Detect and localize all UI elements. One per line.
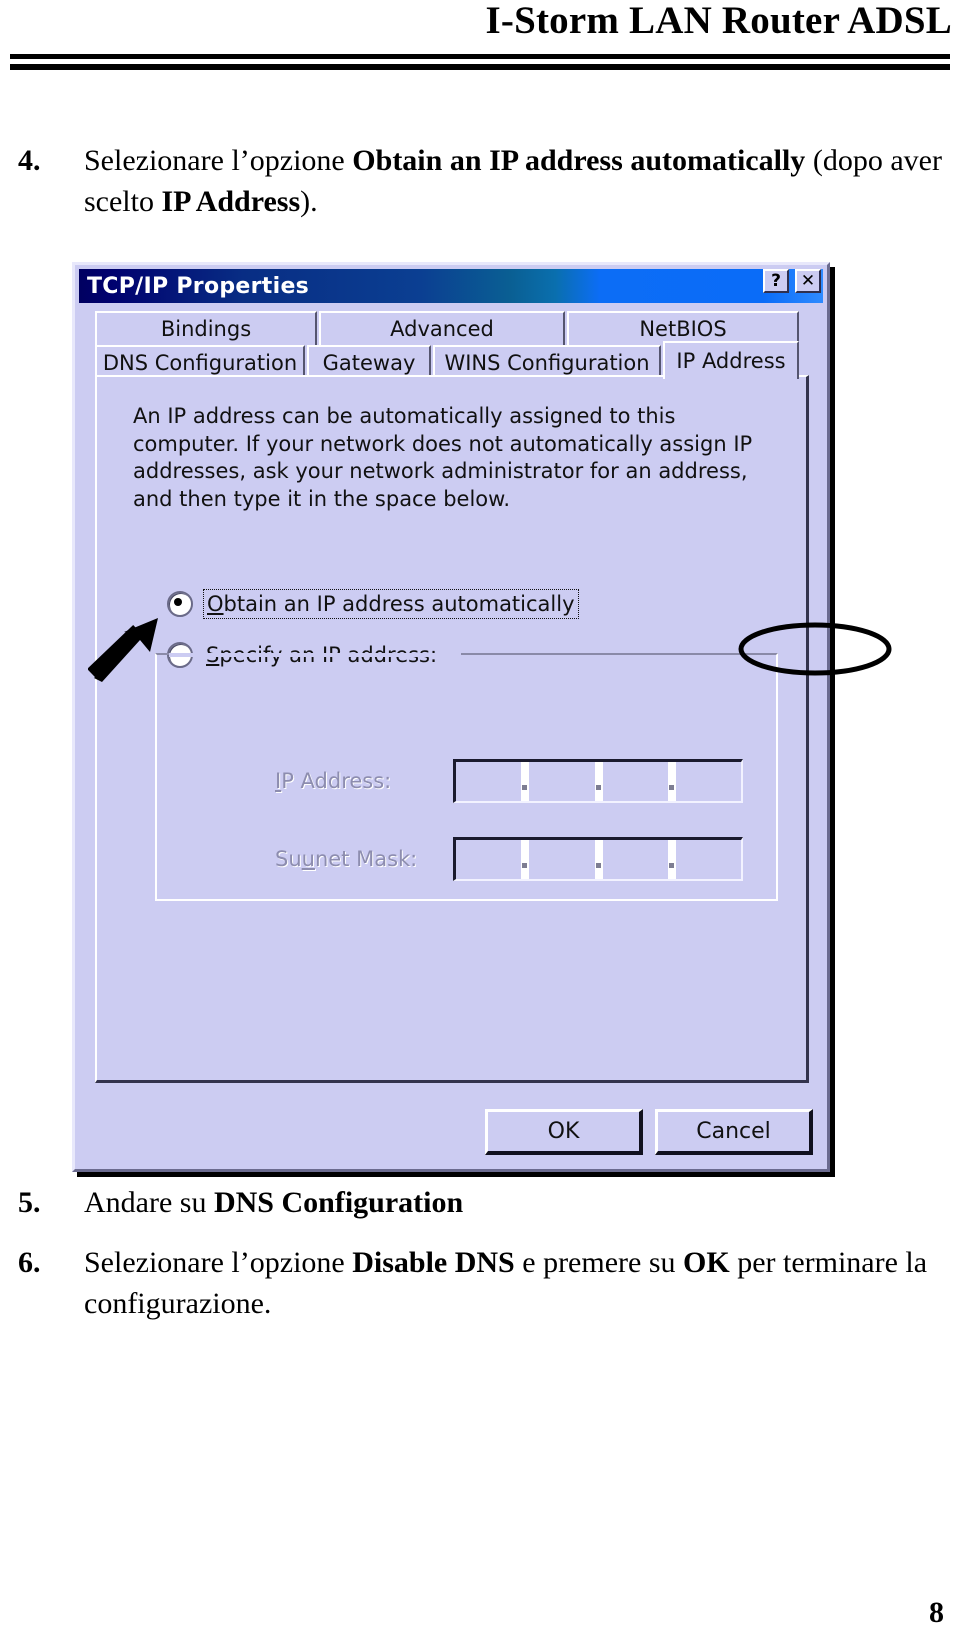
help-glyph: ? [771,271,781,291]
dialog-title: TCP/IP Properties [87,273,310,299]
tab-gateway[interactable]: Gateway [307,345,431,379]
step-6-number: 6. [18,1246,41,1279]
tab-advanced-label: Advanced [390,317,494,341]
mask-octet-4[interactable] [676,840,741,879]
tab-ip-address[interactable]: IP Address [663,341,799,379]
radio-label-rest: btain an IP address automatically [223,592,575,616]
cancel-button-label: Cancel [696,1119,771,1144]
tab-netbios-label: NetBIOS [639,317,727,341]
tab-strip: Bindings Advanced NetBIOS DNS Configurat… [95,311,809,379]
tab-ip-address-label: IP Address [676,349,786,373]
dialog-titlebar[interactable]: TCP/IP Properties [79,269,823,303]
mask-separator-dot [667,840,676,879]
ip-separator-dot [667,762,676,801]
ip-separator-dot [521,762,530,801]
tcpip-properties-dialog: TCP/IP Properties ? ✕ Bindings Advanced … [72,262,892,1172]
subnet-mask-label: Suunet Mask: [275,847,453,871]
header-rule-bottom [10,64,950,70]
subnet-mask-input[interactable] [453,837,743,881]
mask-separator-dot [521,840,530,879]
ip-address-input[interactable] [453,759,743,803]
header-rule-top [10,54,950,59]
tab-bindings-label: Bindings [160,317,252,341]
tab-dns-label: DNS Configuration [102,351,298,375]
cancel-button[interactable]: Cancel [655,1109,813,1155]
step-4: 4. Selezionare l’opzione Obtain an IP ad… [18,140,942,223]
subnet-mask-label-head: Su [275,847,302,871]
ip-octet-2[interactable] [529,762,594,801]
tab-netbios[interactable]: NetBIOS [567,311,799,345]
radio-obtain-ip-automatically-icon[interactable] [167,591,193,617]
ip-address-description: An IP address can be automatically assig… [133,404,753,512]
tab-advanced[interactable]: Advanced [319,311,565,345]
close-icon[interactable]: ✕ [795,269,821,293]
tab-bindings[interactable]: Bindings [95,311,317,345]
step-5: 5. Andare su DNS Configuration [18,1182,942,1223]
mask-octet-3[interactable] [603,840,668,879]
radio-obtain-ip-automatically-label: Obtain an IP address automatically [203,589,579,619]
tab-gateway-label: Gateway [322,351,416,375]
mask-separator-dot [594,840,603,879]
help-icon[interactable]: ? [763,269,789,293]
tab-dns-configuration[interactable]: DNS Configuration [95,345,305,379]
ip-octet-4[interactable] [676,762,741,801]
step-6-text: Selezionare l’opzione Disable DNS e prem… [84,1246,928,1321]
step-4-text: Selezionare l’opzione Obtain an IP addre… [84,144,942,219]
ip-octet-1[interactable] [456,762,521,801]
tab-wins-label: WINS Configuration [444,351,650,375]
step-5-text: Andare su DNS Configuration [84,1186,464,1219]
subnet-mask-field-row: Suunet Mask: [275,837,743,881]
page-title: I-Storm LAN Router ADSL [485,0,952,42]
document-header: I-Storm LAN Router ADSL [0,0,960,70]
ok-button[interactable]: OK [485,1109,643,1155]
tab-page-ip-address: An IP address can be automatically assig… [95,375,809,1083]
ip-address-label-rest: P Address: [281,769,392,793]
tab-wins-configuration[interactable]: WINS Configuration [433,345,661,379]
step-5-number: 5. [18,1186,41,1219]
specify-ip-group-box: IP Address: Suunet Mask: [155,653,778,901]
close-glyph: ✕ [800,271,816,291]
ip-address-label: IP Address: [275,769,453,793]
radio-obtain-ip-automatically[interactable]: Obtain an IP address automatically [167,589,579,619]
subnet-mask-label-rest: net Mask: [314,847,418,871]
accelerator-letter: O [207,592,224,616]
mask-octet-2[interactable] [529,840,594,879]
ip-address-field-row: IP Address: [275,759,743,803]
step-4-number: 4. [18,144,41,177]
step-6: 6. Selezionare l’opzione Disable DNS e p… [18,1242,942,1325]
ok-button-label: OK [547,1119,580,1144]
ip-octet-3[interactable] [603,762,668,801]
ip-separator-dot [594,762,603,801]
page-number: 8 [929,1596,944,1629]
accelerator-letter: u [301,847,315,871]
group-box-label-notch [169,653,461,657]
mask-octet-1[interactable] [456,840,521,879]
